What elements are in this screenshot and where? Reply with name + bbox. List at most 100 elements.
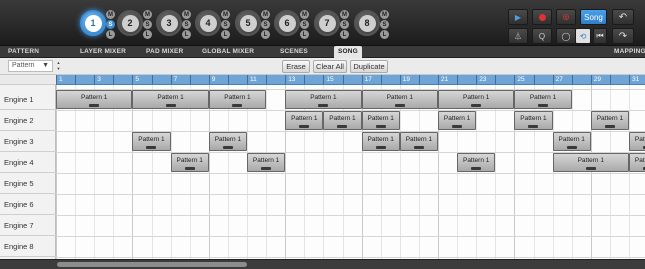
layer-select-button[interactable]: 5 <box>235 10 261 36</box>
clip-resize-handle[interactable] <box>146 146 157 149</box>
pattern-clip[interactable]: Pattern 1 <box>285 111 324 130</box>
layer-lock-button[interactable]: L <box>106 30 115 39</box>
layer-lock-button[interactable]: L <box>300 30 309 39</box>
clip-resize-handle[interactable] <box>471 104 482 107</box>
layer-select-button[interactable]: 3 <box>156 10 182 36</box>
record-button[interactable] <box>532 9 552 25</box>
pattern-clip[interactable]: Pattern 1 <box>285 90 362 109</box>
pattern-clip[interactable]: Pattern 1 <box>629 153 645 172</box>
rewind-button[interactable]: ⏮ <box>593 28 607 44</box>
layer-mute-button[interactable]: M <box>221 10 230 19</box>
pattern-clip[interactable]: Pattern 1 <box>514 111 553 130</box>
engine-label[interactable]: Engine 4 <box>0 152 56 173</box>
pattern-clip[interactable]: Pattern 1 <box>438 111 477 130</box>
loop-button[interactable]: ◯ <box>556 28 576 44</box>
layer-solo-button[interactable]: S <box>261 20 270 29</box>
clip-resize-handle[interactable] <box>184 167 195 170</box>
pattern-clip[interactable]: Pattern 1 <box>514 90 572 109</box>
tab-pattern[interactable]: PATTERN <box>8 46 39 58</box>
pattern-clip[interactable]: Pattern 1 <box>56 90 133 109</box>
play-button[interactable]: ▶ <box>508 9 528 25</box>
pattern-clip[interactable]: Pattern 1 <box>552 132 591 151</box>
engine-label[interactable]: Engine 7 <box>0 215 56 236</box>
clip-resize-handle[interactable] <box>337 125 348 128</box>
clip-resize-handle[interactable] <box>375 146 386 149</box>
layer-solo-button[interactable]: S <box>182 20 191 29</box>
pattern-clip[interactable]: Pattern 1 <box>438 90 515 109</box>
pattern-clip[interactable]: Pattern 1 <box>208 90 267 109</box>
layer-mute-button[interactable]: M <box>340 10 349 19</box>
layer-mute-button[interactable]: M <box>182 10 191 19</box>
clip-resize-handle[interactable] <box>222 146 233 149</box>
song-grid[interactable]: Pattern 1 Pattern 1 Pattern 1 Pattern 1 Patt… <box>56 85 645 259</box>
engine-label[interactable]: Engine 8 <box>0 236 56 257</box>
layer-solo-button[interactable]: S <box>340 20 349 29</box>
layer-mute-button[interactable]: M <box>380 10 389 19</box>
clip-resize-handle[interactable] <box>566 146 577 149</box>
layer-solo-button[interactable]: S <box>221 20 230 29</box>
record-mode-button[interactable]: ⊚ <box>556 9 576 25</box>
layer-mute-button[interactable]: M <box>143 10 152 19</box>
pattern-clip[interactable]: Pattern 1 <box>132 132 171 151</box>
pattern-clip[interactable]: Pattern 1 <box>361 90 438 109</box>
pattern-clip[interactable]: Pattern 1 <box>457 153 496 172</box>
tab-global-mixer[interactable]: GLOBAL MIXER <box>202 46 254 58</box>
pattern-stepper[interactable]: ▲ ▼ <box>55 60 62 72</box>
clip-resize-handle[interactable] <box>604 125 615 128</box>
scrollbar-thumb[interactable] <box>57 262 247 267</box>
layer-mute-button[interactable]: M <box>106 10 115 19</box>
engine-label[interactable]: Engine 3 <box>0 131 56 152</box>
pattern-clip[interactable]: Pattern 1 <box>552 153 629 172</box>
layer-select-button[interactable]: 7 <box>314 10 340 36</box>
tab-scenes[interactable]: SCENES <box>280 46 308 58</box>
metronome-button[interactable]: ⏃ <box>508 28 528 44</box>
clip-resize-handle[interactable] <box>452 125 463 128</box>
clip-resize-handle[interactable] <box>413 146 424 149</box>
clip-resize-handle[interactable] <box>394 104 405 107</box>
tab-mapping[interactable]: MAPPING <box>614 46 645 58</box>
clip-resize-handle[interactable] <box>165 104 176 107</box>
clip-resize-handle[interactable] <box>261 167 272 170</box>
quantize-button[interactable]: Q <box>532 28 552 44</box>
song-mode-button[interactable]: Song <box>580 9 607 25</box>
pattern-clip[interactable]: Pattern 1 <box>208 132 247 151</box>
duplicate-button[interactable]: Duplicate <box>350 60 388 73</box>
engine-label[interactable]: Engine 6 <box>0 194 56 215</box>
pattern-clip[interactable]: Pattern 1 <box>361 111 400 130</box>
tab-layer-mixer[interactable]: LAYER MIXER <box>80 46 126 58</box>
layer-lock-button[interactable]: L <box>182 30 191 39</box>
clip-resize-handle[interactable] <box>471 167 482 170</box>
clip-resize-handle[interactable] <box>528 125 539 128</box>
layer-mute-button[interactable]: M <box>261 10 270 19</box>
clip-resize-handle[interactable] <box>232 104 243 107</box>
layer-solo-button[interactable]: S <box>106 20 115 29</box>
layer-lock-button[interactable]: L <box>221 30 230 39</box>
layer-solo-button[interactable]: S <box>300 20 309 29</box>
layer-mute-button[interactable]: M <box>300 10 309 19</box>
pattern-clip[interactable]: Pattern 1 <box>361 132 400 151</box>
erase-button[interactable]: Erase <box>282 60 310 73</box>
pattern-clip[interactable]: Pattern 1 <box>323 111 362 130</box>
layer-solo-button[interactable]: S <box>143 20 152 29</box>
pattern-clip[interactable]: Pattern 1 <box>590 111 629 130</box>
pattern-select[interactable]: Pattern ▼ <box>8 60 53 72</box>
undo-button[interactable]: ↶ <box>612 9 634 25</box>
layer-lock-button[interactable]: L <box>380 30 389 39</box>
pattern-clip[interactable]: Pattern 1 <box>132 90 209 109</box>
clip-resize-handle[interactable] <box>585 167 596 170</box>
engine-label[interactable]: Engine 2 <box>0 110 56 131</box>
tab-song[interactable]: SONG <box>334 46 362 58</box>
pattern-clip[interactable]: Pattern 1 <box>399 132 438 151</box>
layer-select-button[interactable]: 2 <box>117 10 143 36</box>
clip-resize-handle[interactable] <box>538 104 549 107</box>
pattern-clip[interactable]: Pattern 1 <box>170 153 209 172</box>
layer-select-button[interactable]: 8 <box>354 10 380 36</box>
layer-select-button[interactable]: 6 <box>274 10 300 36</box>
clear-all-button[interactable]: Clear All <box>313 60 347 73</box>
layer-solo-button[interactable]: S <box>380 20 389 29</box>
pattern-clip[interactable]: Pattern 1 <box>629 132 645 151</box>
layer-lock-button[interactable]: L <box>143 30 152 39</box>
engine-label[interactable]: Engine 5 <box>0 173 56 194</box>
clip-resize-handle[interactable] <box>375 125 386 128</box>
layer-select-button[interactable]: 1 <box>80 10 106 36</box>
